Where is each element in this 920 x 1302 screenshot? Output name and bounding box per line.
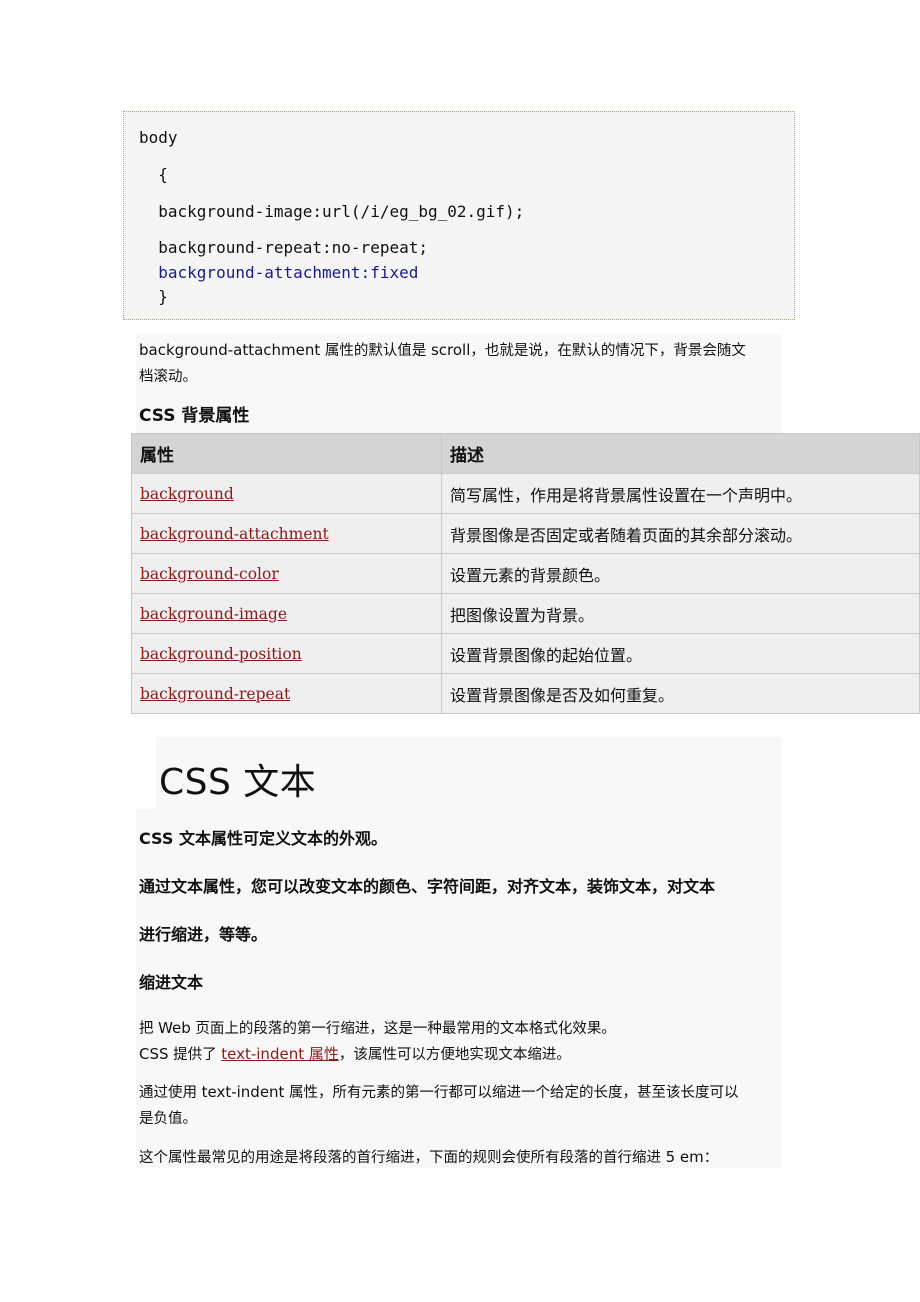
p2-text-c: 属性，所有元素的第一行都可以缩进一个给定的长度，甚至该长度可以 xyxy=(284,1085,739,1101)
table-row: background-color 设置元素的背景颜色。 xyxy=(131,553,920,594)
p3-5em: 5 em xyxy=(665,1148,704,1166)
table-row: background 简写属性，作用是将背景属性设置在一个声明中。 xyxy=(131,473,920,514)
property-link-background-image[interactable]: background-image xyxy=(140,605,287,623)
table-row: background-attachment 背景图像是否固定或者随着页面的其余部… xyxy=(131,513,920,554)
property-link-background-attachment[interactable]: background-attachment xyxy=(140,525,329,543)
intro-text-c: 档滚动。 xyxy=(139,369,197,385)
background-properties-table: 属性 描述 background 简写属性，作用是将背景属性设置在一个声明中。 … xyxy=(131,433,920,714)
intro-text-a: 属性的默认值是 xyxy=(320,343,431,359)
p2-text-d: 是负值。 xyxy=(139,1111,197,1127)
description-cell: 把图像设置为背景。 xyxy=(441,593,920,634)
p2-text-a: 通过使用 xyxy=(139,1085,202,1101)
p1-css: CSS xyxy=(139,1045,169,1063)
text-section-lead-1: CSS 文本属性可定义文本的外观。 xyxy=(139,829,387,848)
text-section-lead-2-line-1: 通过文本属性，您可以改变文本的颜色、字符间距，对齐文本，装饰文本，对文本 xyxy=(139,877,716,896)
code-line-1: body xyxy=(139,128,178,147)
p2-text-indent: text-indent xyxy=(201,1083,285,1101)
description-cell: 简写属性，作用是将背景属性设置在一个声明中。 xyxy=(441,473,920,514)
description-cell: 背景图像是否固定或者随着页面的其余部分滚动。 xyxy=(441,513,920,554)
description-cell: 设置背景图像是否及如何重复。 xyxy=(441,673,920,714)
description-cell: 设置背景图像的起始位置。 xyxy=(441,633,920,674)
p1-text-b: 提供了 xyxy=(168,1047,222,1063)
code-line-3: background-image:url(/i/eg_bg_02.gif); xyxy=(139,202,525,221)
intro-property: background-attachment xyxy=(139,341,321,359)
p3-text-a: 这个属性最常见的用途是将段落的首行缩进，下面的规则会使所有段落的首行缩进 xyxy=(139,1150,666,1166)
text-section-title: CSS 文本 xyxy=(159,762,317,803)
property-link-background-color[interactable]: background-color xyxy=(140,565,279,583)
p1-text-c: 页面上的段落的第一行缩进，这是一种最常用的文本格式化效果。 xyxy=(190,1021,616,1037)
header-property: 属性 xyxy=(131,433,442,474)
table-row: background-repeat 设置背景图像是否及如何重复。 xyxy=(131,673,920,714)
property-link-background-position[interactable]: background-position xyxy=(140,645,302,663)
text-section-title-block: CSS 文本 xyxy=(156,737,782,809)
code-line-6: } xyxy=(139,287,168,306)
table-row: background-image 把图像设置为背景。 xyxy=(131,593,920,634)
indent-text-subheading: 缩进文本 xyxy=(139,973,204,992)
property-link-background[interactable]: background xyxy=(140,485,234,503)
text-section-lead-2-line-2: 进行缩进，等等。 xyxy=(139,925,268,944)
text-indent-property-link[interactable]: text-indent 属性 xyxy=(221,1045,339,1063)
code-line-5: background-attachment:fixed xyxy=(139,263,419,282)
intro-value: scroll xyxy=(430,341,471,359)
property-link-background-repeat[interactable]: background-repeat xyxy=(140,685,290,703)
intro-paragraph: background-attachment 属性的默认值是 scroll，也就是… xyxy=(139,338,789,390)
header-description: 描述 xyxy=(441,433,920,474)
code-line-2: { xyxy=(139,165,168,184)
indent-paragraph-1: 把 Web 页面上的段落的第一行缩进，这是一种最常用的文本格式化效果。 CSS … xyxy=(139,1016,789,1068)
p1-text-d: ，该属性可以方便地实现文本缩进。 xyxy=(338,1047,571,1063)
table-row: background-position 设置背景图像的起始位置。 xyxy=(131,633,920,674)
indent-paragraph-2: 通过使用 text-indent 属性，所有元素的第一行都可以缩进一个给定的长度… xyxy=(139,1080,789,1132)
indent-paragraph-3: 这个属性最常见的用途是将段落的首行缩进，下面的规则会使所有段落的首行缩进 5 e… xyxy=(139,1145,799,1171)
intro-text-b: ，也就是说，在默认的情况下，背景会随文 xyxy=(470,343,746,359)
p1-web: Web xyxy=(158,1019,191,1037)
bg-section-heading: CSS 背景属性 xyxy=(139,406,250,426)
table-header-row: 属性 描述 xyxy=(131,433,920,474)
description-cell: 设置元素的背景颜色。 xyxy=(441,553,920,594)
p3-text-c: ： xyxy=(703,1150,719,1166)
code-block: body { background-image:url(/i/eg_bg_02.… xyxy=(123,111,795,320)
p1-text-a: 把 xyxy=(139,1021,159,1037)
code-line-4: background-repeat:no-repeat; xyxy=(139,238,428,257)
